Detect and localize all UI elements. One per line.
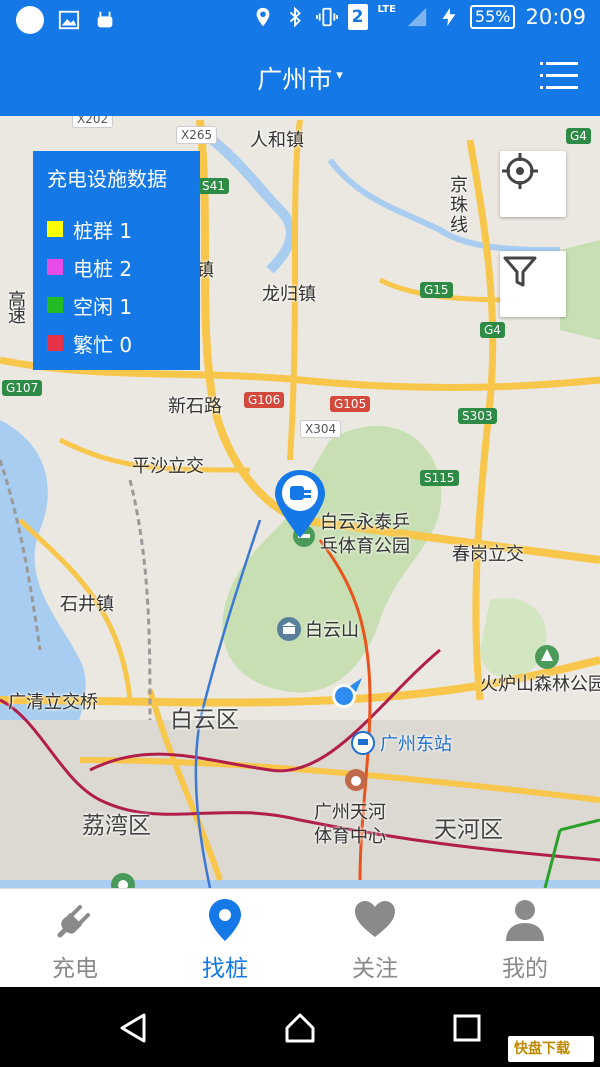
tab-find-pile[interactable]: 找桩 xyxy=(150,889,300,987)
train-station-icon[interactable] xyxy=(350,730,376,756)
locate-button[interactable] xyxy=(500,151,566,217)
my-location-icon xyxy=(332,678,362,708)
legend-row: 空闲 1 xyxy=(47,286,186,324)
legend-row: 桩群 1 xyxy=(47,210,186,248)
legend-swatch-icon xyxy=(47,335,63,351)
road-shield-g106: G106 xyxy=(244,392,285,408)
status-bar: 2 LTE 55% 20:09 xyxy=(0,0,600,40)
charging-icon xyxy=(442,7,456,27)
road-shield-x304: X304 xyxy=(300,420,342,438)
legend-row: 繁忙 0 xyxy=(47,324,186,362)
filter-icon xyxy=(503,256,537,287)
vibrate-icon xyxy=(315,7,338,27)
battery-level: 55% xyxy=(469,5,516,29)
road-shield-g4-top: G4 xyxy=(566,128,591,144)
road-shield-g4: G4 xyxy=(480,322,505,338)
road-shield-g105: G105 xyxy=(330,396,371,412)
map-label-baiyunshan: 白云山 xyxy=(305,620,359,641)
map-label-renhe: 人和镇 xyxy=(250,130,304,151)
road-shield-x202: X202 xyxy=(72,116,114,128)
road-shield-s41: S41 xyxy=(198,178,229,194)
museum-poi-icon[interactable] xyxy=(276,616,302,642)
app-bar: 广州市 ▾ xyxy=(0,40,600,116)
map-label-pingsha: 平沙立交 xyxy=(132,456,204,477)
map-label-longgui: 龙归镇 xyxy=(262,284,316,305)
legend-label: 繁忙 0 xyxy=(73,332,133,357)
city-name: 广州市 xyxy=(257,65,333,94)
legend-swatch-icon xyxy=(47,297,63,313)
tab-label: 充电 xyxy=(52,956,98,982)
list-menu-button[interactable] xyxy=(540,62,578,94)
heart-icon xyxy=(355,901,395,937)
watermark-logo: 快盘下载 xyxy=(508,1036,594,1062)
map-label-chungang: 春岗立交 xyxy=(452,544,524,565)
legend-label: 空闲 1 xyxy=(73,294,133,319)
road-shield-x265: X265 xyxy=(176,126,218,144)
android-icon xyxy=(97,11,113,28)
home-icon[interactable] xyxy=(283,1011,317,1045)
plug-icon xyxy=(57,905,90,938)
forest-poi-icon[interactable] xyxy=(534,644,560,670)
back-icon[interactable] xyxy=(116,1011,150,1045)
tab-label: 我的 xyxy=(502,956,548,982)
map-label-guangqing: 广清立交桥 xyxy=(8,692,98,713)
map-label-jingzhu: 京珠线 xyxy=(450,175,468,236)
legend-label: 电桩 2 xyxy=(73,256,133,281)
map-label-tianhequ: 天河区 xyxy=(434,817,503,843)
map-label-tianhe-sports-2: 体育中心 xyxy=(314,826,386,847)
road-shield-s115: S115 xyxy=(420,470,459,486)
stadium-poi-icon[interactable] xyxy=(344,768,368,792)
legend-swatch-icon xyxy=(47,221,63,237)
legend-label: 桩群 1 xyxy=(73,218,133,243)
user-icon xyxy=(506,900,544,941)
charging-station-marker-icon[interactable] xyxy=(272,468,328,540)
road-shield-g15: G15 xyxy=(420,282,453,298)
dropdown-caret-icon: ▾ xyxy=(336,67,343,83)
sim-badge: 2 xyxy=(347,4,368,30)
tab-label: 关注 xyxy=(352,956,398,982)
map-label-liwan: 荔湾区 xyxy=(82,813,151,839)
charging-data-panel: 充电设施数据 桩群 1 电桩 2 空闲 1 繁忙 0 xyxy=(33,151,200,370)
city-selector[interactable]: 广州市 ▾ xyxy=(0,40,600,116)
tab-mine[interactable]: 我的 xyxy=(450,889,600,987)
network-type: LTE xyxy=(377,3,396,15)
clock: 20:09 xyxy=(525,5,586,29)
recent-apps-icon[interactable] xyxy=(450,1011,484,1045)
image-icon xyxy=(58,10,80,30)
legend-swatch-icon xyxy=(47,259,63,275)
panel-title: 充电设施数据 xyxy=(47,167,167,191)
signal-icon xyxy=(407,7,427,27)
map-label-baiyunqu: 白云区 xyxy=(170,707,239,733)
map-pin-icon xyxy=(209,899,241,941)
crosshair-icon xyxy=(502,153,538,189)
notification-dot-icon xyxy=(16,6,44,34)
filter-button[interactable] xyxy=(500,251,566,317)
road-shield-s303: S303 xyxy=(458,408,497,424)
poi-icon[interactable] xyxy=(110,872,136,888)
tab-favorites[interactable]: 关注 xyxy=(300,889,450,987)
location-icon xyxy=(256,7,269,27)
map-label-su: 速 xyxy=(8,306,26,327)
map-label-huolushan: 火炉山森林公园 xyxy=(480,674,600,695)
map-label-xinshilu: 新石路 xyxy=(168,396,222,417)
road-shield-g107: G107 xyxy=(2,380,43,396)
map-label-guangzhoudong: 广州东站 xyxy=(380,734,452,755)
bluetooth-icon xyxy=(289,6,301,28)
tab-label: 找桩 xyxy=(202,956,248,982)
map-label-baiyun-yongtai-2: 乓体育公园 xyxy=(320,536,410,557)
map-label-shijing: 石井镇 xyxy=(60,594,114,615)
tab-charge[interactable]: 充电 xyxy=(0,889,150,987)
map-label-baiyun-yongtai: 白云永泰乒 xyxy=(320,512,410,533)
map-label-tianhe-sports: 广州天河 xyxy=(314,802,386,823)
bottom-navigation: 充电 找桩 关注 我的 xyxy=(0,888,600,987)
legend-row: 电桩 2 xyxy=(47,248,186,286)
